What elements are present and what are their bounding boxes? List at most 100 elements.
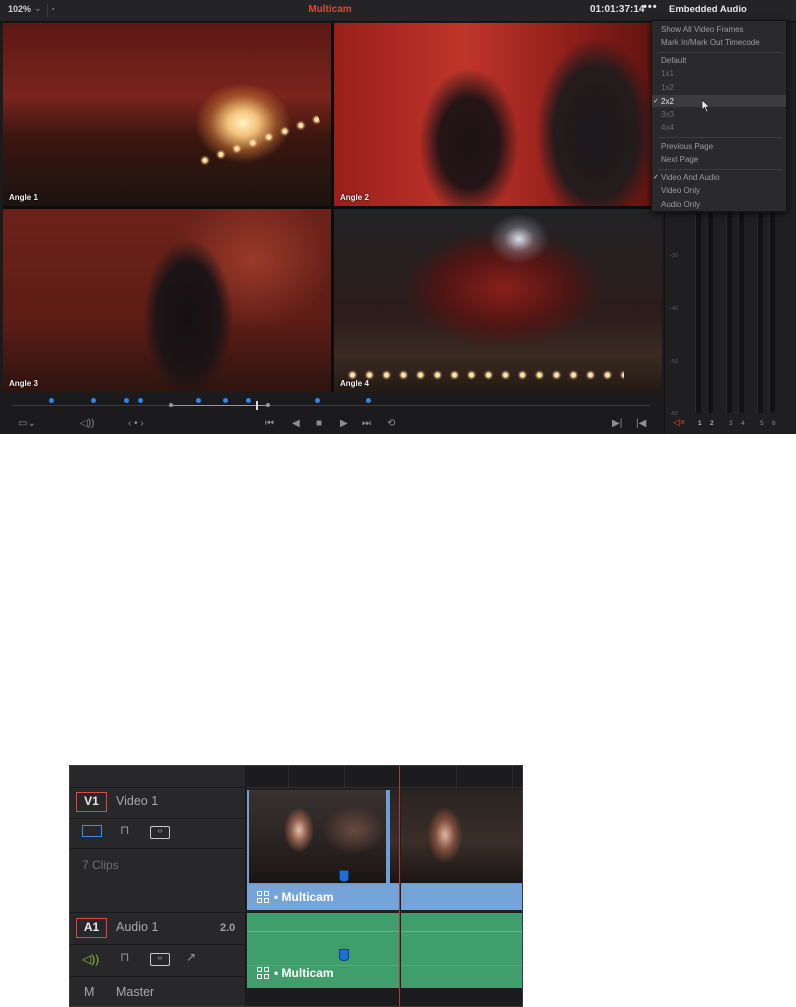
- timecode-display[interactable]: 01:01:37:14: [590, 4, 644, 15]
- menu-item-1x2[interactable]: 1x2: [661, 83, 674, 92]
- timeline-ruler[interactable]: [247, 766, 522, 788]
- stop-icon[interactable]: ■: [316, 418, 322, 430]
- video-clip-title: Multicam: [281, 890, 334, 904]
- menu-item-video-and-audio[interactable]: Video And Audio: [661, 173, 720, 182]
- out-point-marker[interactable]: [266, 403, 270, 407]
- jog-control-icon[interactable]: ‹ • ›: [128, 418, 144, 430]
- ruler-tick: [456, 766, 457, 788]
- menu-item-3x3[interactable]: 3x3: [661, 110, 674, 119]
- options-menu-button[interactable]: •••: [643, 1, 658, 13]
- track-id-a1[interactable]: A1: [76, 918, 107, 938]
- clip-label-bar: • Multicam: [247, 885, 522, 910]
- header-divider: [70, 976, 246, 977]
- go-to-end-icon[interactable]: ⏭: [362, 418, 371, 430]
- auto-select-video-icon[interactable]: [82, 825, 102, 837]
- header-divider: [70, 944, 246, 945]
- angle-4-view[interactable]: Angle 4: [334, 209, 662, 392]
- channel-format: 2.0: [220, 922, 236, 934]
- menu-item-video-only[interactable]: Video Only: [661, 186, 700, 195]
- track-destination-icon[interactable]: ‹›: [150, 953, 170, 966]
- menu-item-2x2[interactable]: 2x2: [661, 97, 674, 106]
- header-divider: [70, 818, 246, 819]
- timeline-panel: V1 Video 1 ⊓ ‹› 7 Clips A1 Audio 1 2.0 ◁…: [69, 765, 523, 1007]
- multicam-icon: [257, 967, 269, 979]
- marker[interactable]: [246, 398, 251, 403]
- menu-divider: [658, 169, 782, 170]
- menu-item-next-page[interactable]: Next Page: [661, 155, 698, 164]
- channel-number: 4: [741, 420, 745, 427]
- play-reverse-icon[interactable]: ◀: [292, 418, 300, 430]
- ruler-tick: [512, 766, 513, 788]
- speaker-icon[interactable]: ◁)): [82, 952, 99, 966]
- channel-number: 6: [772, 420, 776, 427]
- channel-number: 1: [698, 420, 702, 427]
- menu-item-1x1[interactable]: 1x1: [661, 69, 674, 78]
- meter-tick: -30: [670, 253, 678, 259]
- marker[interactable]: [223, 398, 228, 403]
- ruler-tick: [288, 766, 289, 788]
- menu-item-show-all-frames[interactable]: Show All Video Frames: [661, 25, 744, 34]
- header-divider: [70, 787, 246, 788]
- track-name-video-1[interactable]: Video 1: [116, 794, 158, 808]
- meter-bar: [757, 213, 763, 413]
- marker[interactable]: [196, 398, 201, 403]
- track-name-audio-1[interactable]: Audio 1: [116, 920, 158, 934]
- track-destination-icon[interactable]: ‹›: [150, 826, 170, 839]
- meter-bar: [738, 213, 744, 413]
- marker[interactable]: [91, 398, 96, 403]
- track-headers: V1 Video 1 ⊓ ‹› 7 Clips A1 Audio 1 2.0 ◁…: [70, 766, 246, 1006]
- marker[interactable]: [315, 398, 320, 403]
- audio-clip-title: Multicam: [281, 966, 334, 980]
- meter-tick: -40: [670, 306, 678, 312]
- menu-divider: [658, 137, 782, 138]
- track-id-master[interactable]: M: [84, 985, 94, 999]
- video-clip[interactable]: • Multicam: [247, 790, 522, 910]
- meter-bar: [695, 213, 701, 413]
- angle-3-view[interactable]: Angle 3: [3, 209, 331, 392]
- track-name-master[interactable]: Master: [116, 985, 154, 999]
- angle-label: Angle 4: [340, 379, 369, 388]
- track-area[interactable]: • Multicam • Multicam: [247, 766, 522, 1006]
- next-edit-icon[interactable]: ▶|: [612, 418, 622, 430]
- track-id-v1[interactable]: V1: [76, 792, 107, 812]
- lock-track-icon[interactable]: ⊓: [120, 823, 129, 837]
- menu-item-4x4[interactable]: 4x4: [661, 123, 674, 132]
- viewer-size-icon[interactable]: ▭⌄: [18, 418, 36, 430]
- multicam-angle-grid: Angle 1 Angle 2 Angle 3 Angle 4: [3, 23, 662, 392]
- loop-icon[interactable]: ⟲: [387, 418, 395, 430]
- lock-track-icon[interactable]: ⊓: [120, 950, 129, 964]
- marker[interactable]: [49, 398, 54, 403]
- timeline-playhead[interactable]: [399, 766, 400, 1006]
- clip-marker[interactable]: [339, 870, 349, 882]
- marker[interactable]: [366, 398, 371, 403]
- play-icon[interactable]: ▶: [340, 418, 348, 430]
- curve-icon[interactable]: ↗: [186, 950, 196, 964]
- menu-item-mark-timecode[interactable]: Mark In/Mark Out Timecode: [661, 38, 760, 47]
- angle-1-view[interactable]: Angle 1: [3, 23, 331, 206]
- mouse-pointer-icon: [701, 99, 711, 113]
- marker[interactable]: [138, 398, 143, 403]
- menu-item-previous-page[interactable]: Previous Page: [661, 142, 713, 151]
- angle-2-view[interactable]: Angle 2: [334, 23, 662, 206]
- audio-panel-title: Embedded Audio: [669, 4, 747, 15]
- volume-icon[interactable]: ◁)): [80, 418, 94, 430]
- in-out-range: [171, 405, 268, 406]
- angle-label: Angle 2: [340, 193, 369, 202]
- audio-clip[interactable]: • Multicam: [247, 913, 522, 988]
- check-icon: ✓: [653, 174, 659, 181]
- menu-item-audio-only[interactable]: Audio Only: [661, 200, 700, 209]
- clip-marker[interactable]: [339, 949, 349, 961]
- header-divider: [70, 912, 246, 913]
- menu-item-default[interactable]: Default: [661, 56, 686, 65]
- in-point-marker[interactable]: [169, 403, 173, 407]
- ruler-tick: [344, 766, 345, 788]
- mute-icon[interactable]: ◁×: [673, 417, 685, 428]
- scrubber-bar[interactable]: [13, 398, 650, 411]
- multicam-viewer: 102% ⌄ ▪ Multicam 01:01:37:14 ••• Embedd…: [0, 0, 796, 434]
- go-to-start-icon[interactable]: ⏮: [265, 418, 274, 430]
- marker[interactable]: [124, 398, 129, 403]
- playhead[interactable]: [256, 401, 258, 410]
- waveform-line: [247, 931, 522, 932]
- previous-edit-icon[interactable]: |◀: [636, 418, 646, 430]
- meter-bar: [726, 213, 732, 413]
